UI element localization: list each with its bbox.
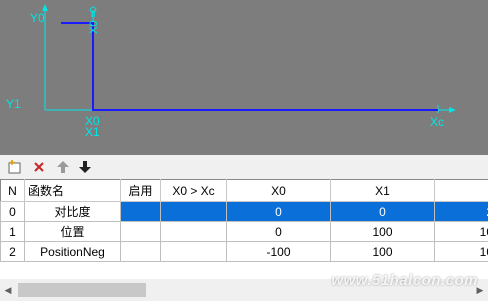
plot-canvas: Y0 Y1 X0 = X0 X1 Xc [6, 4, 456, 139]
label-xc: Xc [430, 115, 444, 129]
function-name-cell[interactable]: PositionNeg [24, 241, 121, 262]
move-down-icon [79, 161, 91, 173]
column-header[interactable]: X1 [330, 179, 435, 202]
label-y0: Y0 [30, 11, 45, 25]
x1-cell[interactable]: 100 [330, 221, 435, 242]
column-header[interactable]: X0 > Xc [160, 179, 227, 202]
function-name-cell[interactable]: 对比度 [24, 201, 121, 222]
function-name-cell[interactable]: 位置 [24, 221, 121, 242]
column-header[interactable]: X0 [226, 179, 331, 202]
move-up-icon [57, 161, 69, 173]
scroll-thumb[interactable] [18, 283, 146, 297]
table-row[interactable]: 2 PositionNeg -100 100 10 [0, 241, 488, 262]
new-row-button[interactable] [6, 158, 24, 176]
table-row[interactable]: 0 对比度 0 0 2 [0, 201, 488, 222]
label-y1: Y1 [6, 97, 21, 111]
function-curve [61, 22, 438, 111]
function-plot: Y0 Y1 X0 = X0 X1 Xc [0, 0, 488, 155]
enabled-cell[interactable] [120, 201, 161, 222]
move-up-button[interactable] [54, 158, 72, 176]
x-axis-arrow [449, 107, 456, 113]
x1-cell[interactable]: 100 [330, 241, 435, 262]
row-toolbar [0, 155, 488, 179]
delete-icon [34, 162, 44, 172]
x1-cell[interactable]: 0 [330, 201, 435, 222]
table-row[interactable]: 1 位置 0 100 10 [0, 221, 488, 242]
new-row-icon [8, 160, 21, 174]
move-down-button[interactable] [76, 158, 94, 176]
scroll-left-icon[interactable]: ◀ [0, 279, 16, 301]
x0-cell[interactable]: -100 [226, 241, 331, 262]
enabled-cell[interactable] [120, 221, 161, 242]
function-table: N 函数名 启用 X0 > Xc X0 X1 0 对比度 0 0 2 1 位置 [0, 179, 488, 279]
row-index: 2 [0, 241, 25, 262]
table-header-row: N 函数名 启用 X0 > Xc X0 X1 [0, 179, 488, 202]
extra-cell[interactable]: 10 [434, 241, 488, 262]
x0-gt-xc-cell[interactable] [160, 241, 227, 262]
x0-cell[interactable]: 0 [226, 201, 331, 222]
x0-gt-xc-cell[interactable] [160, 201, 227, 222]
enabled-cell[interactable] [120, 241, 161, 262]
x0-cell[interactable]: 0 [226, 221, 331, 242]
column-header[interactable]: 函数名 [24, 179, 121, 202]
label-x1-bottom: X1 [85, 125, 100, 139]
column-header[interactable] [434, 179, 488, 202]
extra-cell[interactable]: 10 [434, 221, 488, 242]
x0-gt-xc-cell[interactable] [160, 221, 227, 242]
label-x0-vertical: X0 = [88, 11, 100, 34]
row-index: 1 [0, 221, 25, 242]
delete-row-button[interactable] [30, 158, 48, 176]
column-header[interactable]: 启用 [120, 179, 161, 202]
extra-cell[interactable]: 2 [434, 201, 488, 222]
y-axis-arrow [42, 4, 48, 11]
watermark-text: www.51halcon.com [331, 272, 478, 289]
column-header[interactable]: N [0, 179, 25, 202]
row-index: 0 [0, 201, 25, 222]
